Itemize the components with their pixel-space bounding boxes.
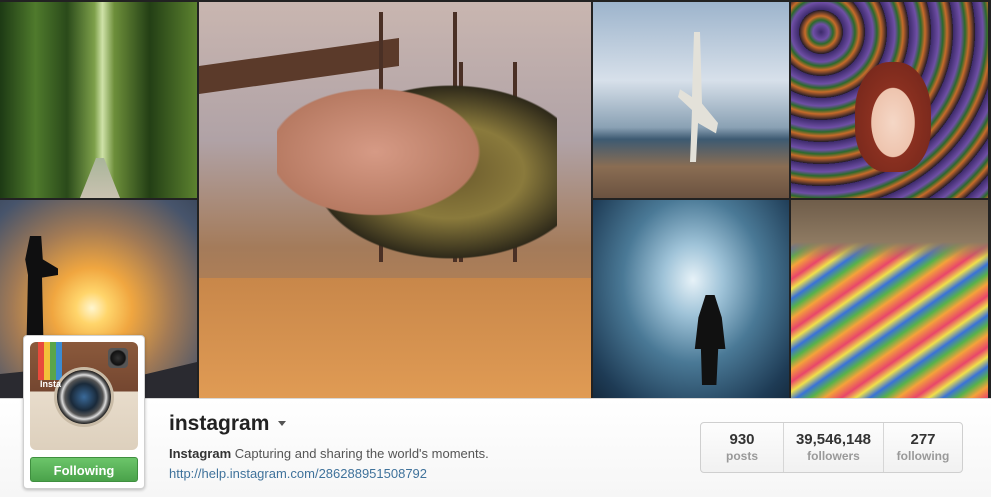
portrait-face: [855, 62, 931, 172]
photo-ice-cave[interactable]: [593, 200, 789, 398]
fabric-shade: [791, 200, 988, 260]
explorer-figure: [694, 295, 726, 385]
photo-portrait-floral[interactable]: [791, 2, 988, 198]
stat-posts-value: 930: [729, 431, 755, 448]
avatar[interactable]: Insta: [30, 342, 138, 450]
avatar-card: Insta Following: [23, 335, 145, 489]
profile-link[interactable]: http://help.instagram.com/28628895150879…: [169, 466, 427, 481]
viewfinder-icon: [108, 348, 128, 368]
stat-followers[interactable]: 39,546,148 followers: [783, 423, 883, 472]
photo-bamboo-forest[interactable]: [0, 2, 197, 198]
profile-bio-text: Capturing and sharing the world's moment…: [234, 446, 489, 461]
pig: [277, 62, 557, 262]
profile-stats: 930 posts 39,546,148 followers 277 follo…: [700, 422, 963, 473]
profile-bio: Instagram Capturing and sharing the worl…: [169, 446, 489, 461]
handstand-figure: [678, 32, 718, 162]
stat-posts[interactable]: 930 posts: [701, 423, 783, 472]
photo-mosaic: [0, 0, 991, 398]
camera-lens-icon: [57, 370, 111, 424]
stat-followers-label: followers: [807, 449, 860, 463]
stat-following-label: following: [896, 449, 950, 463]
wood-floor: [199, 278, 591, 398]
chevron-down-icon[interactable]: [278, 421, 286, 426]
stat-following[interactable]: 277 following: [883, 423, 962, 472]
forest-path: [80, 158, 120, 198]
profile-username: instagram: [169, 412, 270, 435]
photo-handstand-lake[interactable]: [593, 2, 789, 198]
stat-followers-value: 39,546,148: [795, 431, 872, 448]
stat-posts-label: posts: [725, 449, 758, 463]
rainbow-stripe-icon: [38, 342, 62, 380]
avatar-logo-text: Insta: [40, 379, 62, 389]
stat-following-value: 277: [910, 431, 936, 448]
photo-pig-in-camo-sweater[interactable]: [199, 2, 591, 398]
photo-floral-fabric[interactable]: [791, 200, 988, 398]
profile-display-name: Instagram: [169, 446, 232, 461]
following-button[interactable]: Following: [30, 457, 138, 482]
